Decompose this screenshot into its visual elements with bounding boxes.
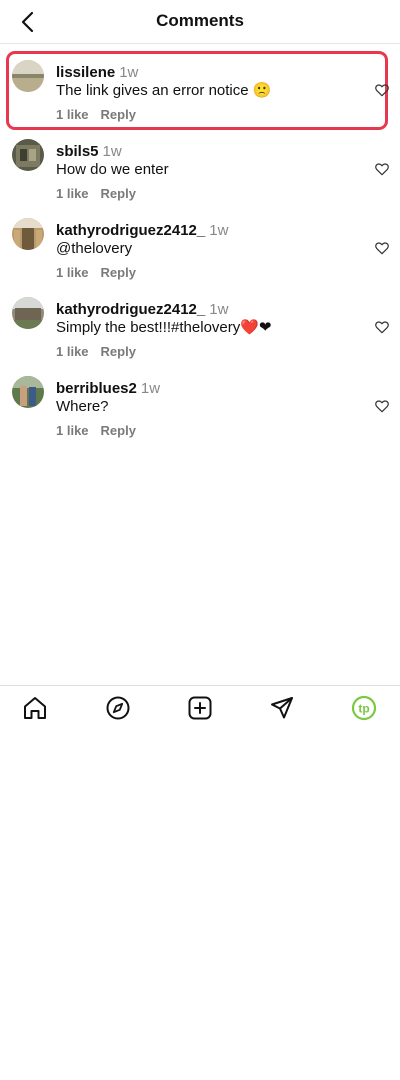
- reply-button[interactable]: Reply: [101, 265, 136, 280]
- header: Comments: [0, 0, 400, 44]
- comment-item: kathyrodriguez2412_ 1w @thelovery 1 like R…: [0, 202, 400, 281]
- heart-icon[interactable]: [374, 82, 390, 98]
- reply-button[interactable]: Reply: [101, 344, 136, 359]
- comment-text: The link gives an error notice 🙁: [56, 82, 272, 99]
- comment-text: Simply the best!!!#thelovery❤️❤: [56, 319, 272, 336]
- comment-item: lissilene 1w The link gives an error noti…: [0, 44, 400, 130]
- nav-create[interactable]: [187, 695, 213, 721]
- comment-timestamp: 1w: [119, 64, 139, 81]
- comment-username[interactable]: berriblues2: [56, 380, 137, 397]
- comment-text: How do we enter: [56, 161, 169, 178]
- like-count[interactable]: 1 like: [56, 265, 89, 280]
- nav-explore[interactable]: [105, 695, 131, 721]
- comment-timestamp: 1w: [209, 222, 229, 239]
- avatar[interactable]: [12, 60, 44, 92]
- comment-timestamp: 1w: [209, 301, 229, 318]
- reply-button[interactable]: Reply: [101, 423, 136, 438]
- reply-button[interactable]: Reply: [101, 186, 136, 201]
- direct-message-icon: [271, 697, 293, 719]
- nav-profile[interactable]: tp: [351, 695, 377, 721]
- comment-username[interactable]: sbils5: [56, 143, 99, 160]
- comment-item: sbils5 1w How do we enter 1 like Reply: [0, 123, 400, 202]
- like-count[interactable]: 1 like: [56, 423, 89, 438]
- bottom-nav: tp: [0, 685, 400, 731]
- like-count[interactable]: 1 like: [56, 107, 89, 122]
- avatar[interactable]: [12, 139, 44, 171]
- explore-compass-icon: [106, 696, 130, 720]
- heart-icon[interactable]: [374, 398, 390, 414]
- comment-text: Where?: [56, 398, 109, 415]
- comment-username[interactable]: kathyrodriguez2412_: [56, 301, 205, 318]
- reply-button[interactable]: Reply: [101, 107, 136, 122]
- like-count[interactable]: 1 like: [56, 344, 89, 359]
- page-title: Comments: [156, 11, 244, 30]
- profile-initials: tp: [358, 702, 369, 716]
- profile-avatar-icon: tp: [351, 695, 377, 721]
- heart-icon[interactable]: [374, 161, 390, 177]
- avatar[interactable]: [12, 376, 44, 408]
- heart-icon[interactable]: [374, 240, 390, 256]
- avatar[interactable]: [12, 297, 44, 329]
- comment-item: berriblues2 1w Where? 1 like Reply: [0, 360, 400, 439]
- nav-direct[interactable]: [269, 695, 295, 721]
- avatar[interactable]: [12, 218, 44, 250]
- nav-home[interactable]: [22, 695, 48, 721]
- comment-username[interactable]: lissilene: [56, 64, 115, 81]
- comment-username[interactable]: kathyrodriguez2412_: [56, 222, 205, 239]
- heart-icon[interactable]: [374, 319, 390, 335]
- comment-timestamp: 1w: [102, 143, 122, 160]
- comment-timestamp: 1w: [140, 380, 161, 397]
- comment-list: lissilene 1w The link gives an error noti…: [0, 44, 400, 439]
- comment-item: kathyrodriguez2412_ 1w Simply the best!!!…: [0, 281, 400, 360]
- home-icon: [24, 697, 46, 719]
- like-count[interactable]: 1 like: [56, 186, 89, 201]
- create-post-icon: [188, 696, 212, 720]
- comment-text: @thelovery: [56, 240, 133, 257]
